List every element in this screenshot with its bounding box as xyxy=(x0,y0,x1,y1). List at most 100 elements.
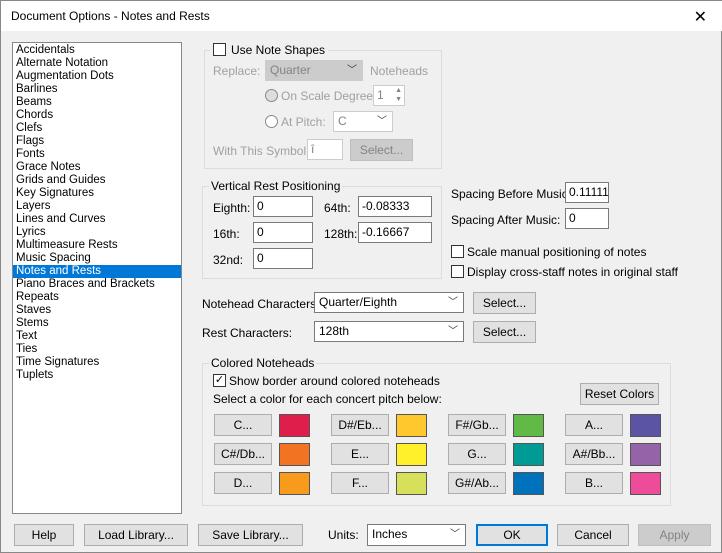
symbol-value: î xyxy=(311,142,315,156)
pitch-color-swatch[interactable] xyxy=(279,472,310,495)
eighth-label: Eighth: xyxy=(213,201,251,215)
chevron-down-icon: ﹀ xyxy=(448,326,458,337)
category-list[interactable]: Accidentals Alternate Notation Augmentatio… xyxy=(12,42,182,514)
spacing-before-input[interactable]: 0.11111 xyxy=(565,182,609,203)
save-library-button[interactable]: Save Library... xyxy=(198,524,303,546)
apply-button[interactable]: Apply xyxy=(638,524,711,546)
pitch-color-button[interactable]: D... xyxy=(214,472,272,494)
scale-degree-stepper[interactable]: 1 ▲ ▼ xyxy=(373,85,405,106)
pitch-color-swatch[interactable] xyxy=(630,443,661,466)
units-value: Inches xyxy=(372,527,408,541)
pitch-color-button[interactable]: C#/Db... xyxy=(214,443,272,465)
sixtyfourth-input[interactable]: -0.08333 xyxy=(358,196,432,217)
sidebar-item[interactable]: Clefs xyxy=(13,122,181,135)
rest-characters-select[interactable]: 128th ﹀ xyxy=(314,321,464,342)
units-select[interactable]: Inches ﹀ xyxy=(367,524,466,546)
help-button[interactable]: Help xyxy=(14,524,74,546)
scale-degree-radio[interactable] xyxy=(265,89,278,102)
sidebar-item[interactable]: Beams xyxy=(13,96,181,109)
replace-value: Quarter xyxy=(270,63,311,77)
pitch-color-swatch[interactable] xyxy=(396,414,427,437)
sixtyfourth-label: 64th: xyxy=(324,201,351,215)
symbol-input[interactable]: î xyxy=(307,139,343,160)
rest-characters-label: Rest Characters: xyxy=(202,326,293,340)
sidebar-item[interactable]: Layers xyxy=(13,200,181,213)
notehead-characters-value: Quarter/Eighth xyxy=(319,295,398,309)
ok-button[interactable]: OK xyxy=(476,524,548,546)
spin-arrows-icon[interactable]: ▲ ▼ xyxy=(395,86,402,104)
cross-staff-checkbox[interactable] xyxy=(451,265,464,278)
sidebar-item[interactable]: Time Signatures xyxy=(13,356,181,369)
sidebar-item[interactable]: Alternate Notation xyxy=(13,57,181,70)
onetwentyeighth-label: 128th: xyxy=(324,227,358,241)
symbol-select-button[interactable]: Select... xyxy=(350,139,413,161)
pitch-color-swatch[interactable] xyxy=(513,414,544,437)
load-library-button[interactable]: Load Library... xyxy=(84,524,188,546)
sidebar-item[interactable]: Piano Braces and Brackets xyxy=(13,278,181,291)
pitch-color-button[interactable]: E... xyxy=(331,443,389,465)
sidebar-item[interactable]: Fonts xyxy=(13,148,181,161)
pitch-color-button[interactable]: A... xyxy=(565,414,623,436)
pitch-color-button[interactable]: A#/Bb... xyxy=(565,443,623,465)
colored-noteheads-title: Colored Noteheads xyxy=(209,356,317,370)
pitch-color-button[interactable]: B... xyxy=(565,472,623,494)
at-pitch-radio[interactable] xyxy=(265,115,278,128)
use-note-shapes-checkbox[interactable] xyxy=(213,43,226,56)
sidebar-item[interactable]: Chords xyxy=(13,109,181,122)
pitch-color-swatch[interactable] xyxy=(513,472,544,495)
pitch-color-swatch[interactable] xyxy=(396,472,427,495)
sidebar-item[interactable]: Tuplets xyxy=(13,369,181,382)
reset-colors-button[interactable]: Reset Colors xyxy=(580,383,659,405)
scale-manual-checkbox[interactable] xyxy=(451,245,464,258)
pitch-color-swatch[interactable] xyxy=(279,443,310,466)
sidebar-item[interactable]: Stems xyxy=(13,317,181,330)
sidebar-item[interactable]: Accidentals xyxy=(13,44,181,57)
sidebar-item[interactable]: Flags xyxy=(13,135,181,148)
pitch-color-swatch[interactable] xyxy=(513,443,544,466)
replace-label: Replace: xyxy=(213,64,261,78)
at-pitch-select[interactable]: C ﹀ xyxy=(333,111,393,132)
spacing-after-input[interactable]: 0 xyxy=(565,208,609,229)
sidebar-item[interactable]: Key Signatures xyxy=(13,187,181,200)
pitch-color-button[interactable]: F... xyxy=(331,472,389,494)
at-pitch-label: At Pitch: xyxy=(281,115,326,129)
pitch-color-swatch[interactable] xyxy=(630,472,661,495)
sidebar-item[interactable]: Notes and Rests xyxy=(13,265,181,278)
color-instruction: Select a color for each concert pitch be… xyxy=(213,392,442,406)
sidebar-item[interactable]: Grids and Guides xyxy=(13,174,181,187)
notehead-select-button[interactable]: Select... xyxy=(473,292,536,314)
pitch-color-swatch[interactable] xyxy=(279,414,310,437)
cancel-button[interactable]: Cancel xyxy=(557,524,629,546)
cross-staff-label: Display cross-staff notes in original st… xyxy=(467,265,678,279)
thirtysecond-input[interactable]: 0 xyxy=(253,248,313,269)
close-icon[interactable]: ✕ xyxy=(694,7,707,27)
pitch-color-swatch[interactable] xyxy=(396,443,427,466)
sixteenth-input[interactable]: 0 xyxy=(253,222,313,243)
sidebar-item[interactable]: Grace Notes xyxy=(13,161,181,174)
pitch-color-button[interactable]: D#/Eb... xyxy=(331,414,389,436)
units-label: Units: xyxy=(328,528,359,542)
notehead-characters-select[interactable]: Quarter/Eighth ﹀ xyxy=(314,292,464,313)
pitch-color-button[interactable]: G#/Ab... xyxy=(448,472,506,494)
sidebar-item[interactable]: Staves xyxy=(13,304,181,317)
sidebar-item[interactable]: Lines and Curves xyxy=(13,213,181,226)
title-bar: Document Options - Notes and Rests xyxy=(1,1,722,31)
sidebar-item[interactable]: Music Spacing xyxy=(13,252,181,265)
sidebar-item[interactable]: Lyrics xyxy=(13,226,181,239)
pitch-color-button[interactable]: G... xyxy=(448,443,506,465)
pitch-color-button[interactable]: C... xyxy=(214,414,272,436)
eighth-input[interactable]: 0 xyxy=(253,196,313,217)
sidebar-item[interactable]: Barlines xyxy=(13,83,181,96)
sidebar-item[interactable]: Augmentation Dots xyxy=(13,70,181,83)
pitch-color-button[interactable]: F#/Gb... xyxy=(448,414,506,436)
pitch-color-swatch[interactable] xyxy=(630,414,661,437)
sidebar-item[interactable]: Repeats xyxy=(13,291,181,304)
replace-select[interactable]: Quarter ﹀ xyxy=(265,60,363,81)
show-border-checkbox[interactable]: ✓ xyxy=(213,374,226,387)
sidebar-item[interactable]: Multimeasure Rests xyxy=(13,239,181,252)
sidebar-item[interactable]: Text xyxy=(13,330,181,343)
sidebar-item[interactable]: Ties xyxy=(13,343,181,356)
rest-select-button[interactable]: Select... xyxy=(473,321,536,343)
onetwentyeighth-input[interactable]: -0.16667 xyxy=(358,222,432,243)
window-title: Document Options - Notes and Rests xyxy=(11,9,210,23)
